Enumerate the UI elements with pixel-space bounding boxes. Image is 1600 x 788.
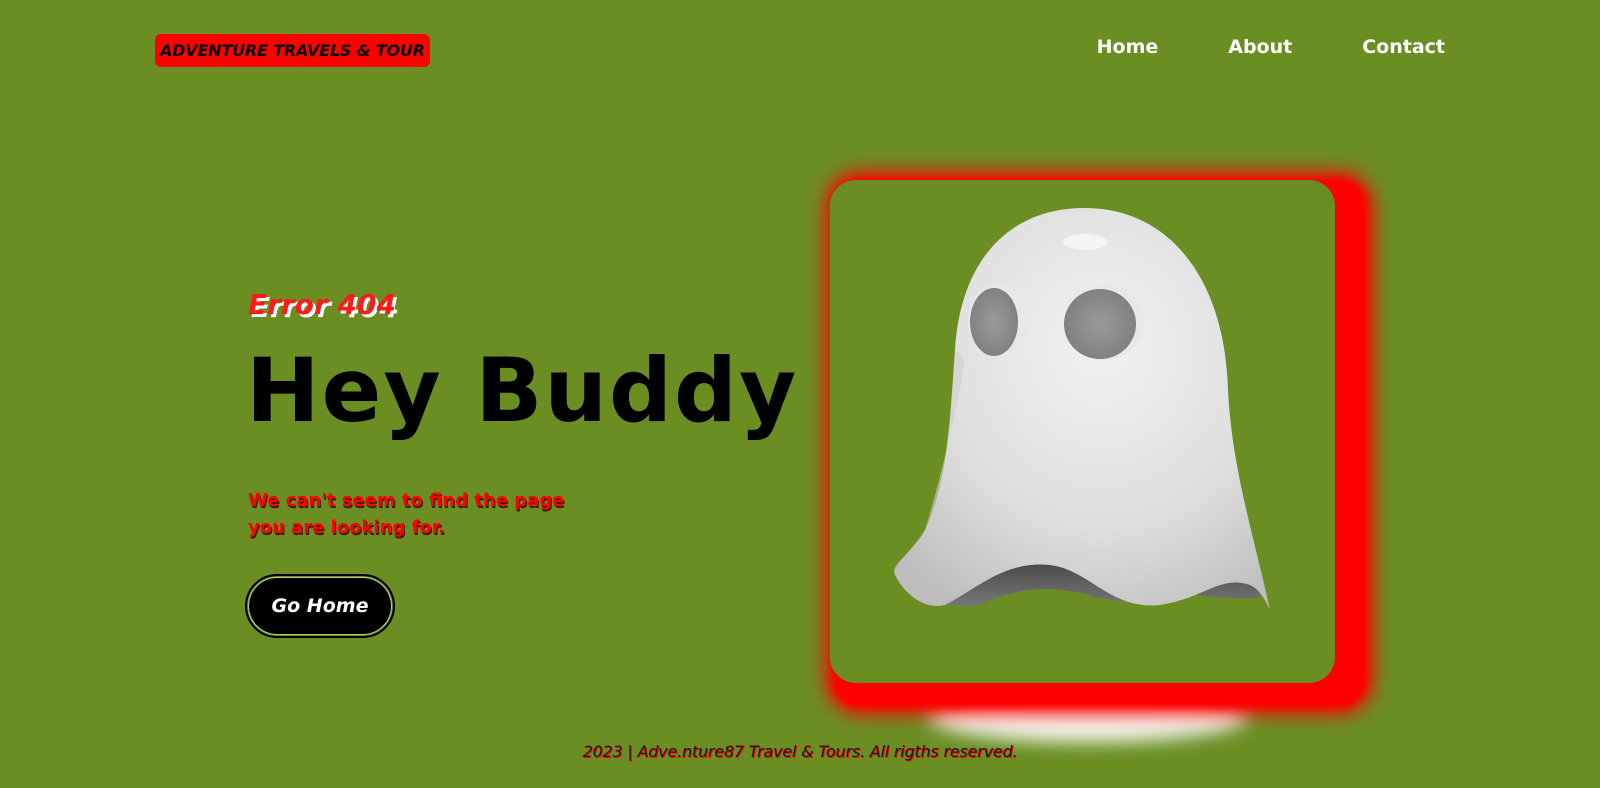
ghost-icon — [894, 208, 1270, 610]
error-message: We can't seem to find the page you are l… — [248, 490, 565, 538]
page-title: Hey Buddy — [246, 339, 799, 442]
error-code: Error 404 — [248, 288, 396, 321]
go-home-button[interactable]: Go Home — [245, 574, 395, 638]
brand-logo[interactable]: ADVENTURE TRAVELS & TOUR — [155, 34, 430, 67]
nav-link-about[interactable]: About — [1228, 36, 1292, 58]
main-nav: Home About Contact — [1097, 36, 1445, 58]
hero-text: Error 404 Hey Buddy We can't seem to fin… — [246, 285, 796, 538]
footer-copyright: 2023 | Adve.nture87 Travel & Tours. All … — [582, 742, 1018, 761]
ghost-image-card — [830, 178, 1367, 708]
nav-link-contact[interactable]: Contact — [1362, 36, 1445, 58]
site-header: ADVENTURE TRAVELS & TOUR Home About Cont… — [0, 0, 1600, 100]
ghost-image-frame — [830, 180, 1335, 683]
nav-link-home[interactable]: Home — [1097, 36, 1159, 58]
